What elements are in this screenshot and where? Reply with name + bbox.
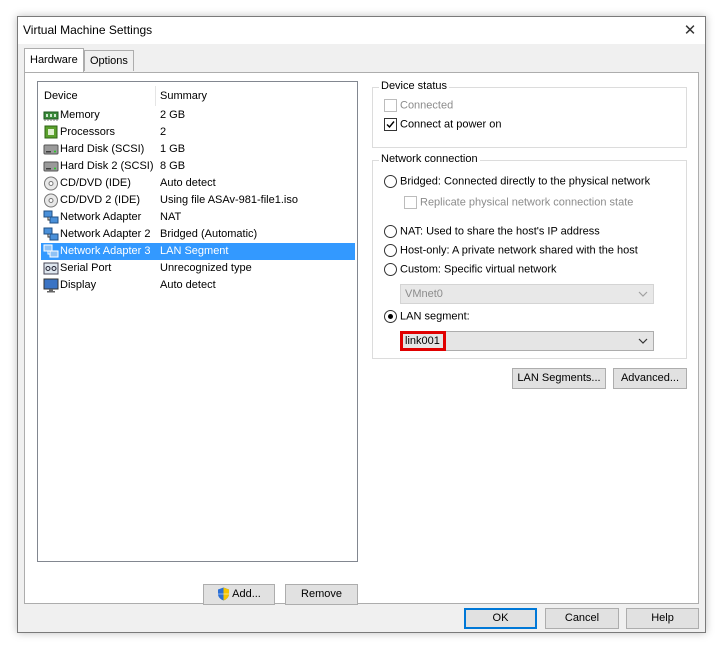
add-button[interactable]: Add... (203, 584, 275, 605)
device-row-hard-disk[interactable]: Hard Disk (SCSI) 1 GB (41, 141, 355, 158)
device-name: Network Adapter (60, 211, 142, 223)
title-bar: Virtual Machine Settings ✕ (18, 17, 705, 44)
device-name: Hard Disk (SCSI) (60, 143, 145, 155)
device-summary: 8 GB (160, 160, 186, 172)
network-adapter-icon (43, 210, 59, 224)
network-adapter-icon (43, 244, 59, 258)
chevron-down-icon (638, 291, 648, 297)
device-row-network-adapter-3[interactable]: Network Adapter 3 LAN Segment (41, 243, 355, 260)
vmnet-value: VMnet0 (405, 288, 443, 300)
nat-label: NAT: Used to share the host's IP address (400, 225, 600, 238)
device-name: Memory (60, 109, 100, 121)
connected-label: Connected (400, 99, 454, 112)
device-row-cd-dvd[interactable]: CD/DVD (IDE) Auto detect (41, 175, 355, 192)
connected-checkbox-box[interactable] (384, 99, 397, 112)
network-connection-title: Network connection (379, 153, 480, 165)
device-summary: LAN Segment (160, 245, 229, 257)
device-row-hard-disk-2[interactable]: Hard Disk 2 (SCSI) 8 GB (41, 158, 355, 175)
column-header-device[interactable]: Device (44, 90, 78, 102)
replicate-label: Replicate physical network connection st… (420, 196, 634, 209)
device-name: Processors (60, 126, 116, 138)
lan-segment-value-highlight (400, 331, 446, 351)
display-icon (43, 278, 59, 293)
custom-radio[interactable]: Custom: Specific virtual network (384, 263, 557, 276)
device-name: Serial Port (60, 262, 112, 274)
device-summary: 1 GB (160, 143, 186, 155)
bridged-radio-button[interactable] (384, 175, 397, 188)
device-summary: Bridged (Automatic) (160, 228, 258, 240)
bridged-label: Bridged: Connected directly to the physi… (400, 175, 651, 188)
replicate-checkbox-box[interactable] (404, 196, 417, 209)
device-name: Network Adapter 3 (60, 245, 151, 257)
window-title: Virtual Machine Settings (23, 23, 153, 37)
column-header-summary[interactable]: Summary (160, 90, 207, 102)
device-row-display[interactable]: Display Auto detect (41, 277, 355, 294)
uac-shield-icon (218, 587, 230, 601)
device-name: Network Adapter 2 (60, 228, 151, 240)
close-button[interactable]: ✕ (675, 17, 705, 44)
lan-segment-label: LAN segment: (400, 310, 470, 323)
bridged-radio[interactable]: Bridged: Connected directly to the physi… (384, 175, 650, 188)
nat-radio[interactable]: NAT: Used to share the host's IP address (384, 225, 600, 238)
device-status-title: Device status (379, 80, 450, 92)
vmnet-dropdown[interactable]: VMnet0 (400, 284, 654, 304)
network-connection-group: Network connection Bridged: Connected di… (372, 153, 687, 359)
memory-icon (43, 111, 59, 121)
replicate-checkbox[interactable]: Replicate physical network connection st… (404, 196, 633, 209)
device-name: Display (60, 279, 97, 291)
device-row-memory[interactable]: Memory 2 GB (41, 107, 355, 124)
lan-segment-radio[interactable]: LAN segment: (384, 310, 470, 323)
help-button[interactable]: Help (626, 608, 699, 629)
device-row-network-adapter[interactable]: Network Adapter NAT (41, 209, 355, 226)
lan-segments-button[interactable]: LAN Segments... (512, 368, 606, 389)
custom-label: Custom: Specific virtual network (400, 263, 557, 276)
device-name: CD/DVD 2 (IDE) (60, 194, 141, 206)
connected-checkbox[interactable]: Connected (384, 99, 453, 112)
lan-segment-radio-button[interactable] (384, 310, 397, 323)
host-only-label: Host-only: A private network shared with… (400, 244, 638, 257)
network-adapter-icon (43, 227, 59, 241)
hard-disk-icon (43, 161, 59, 172)
host-only-radio-button[interactable] (384, 244, 397, 257)
chevron-down-icon (638, 338, 648, 344)
device-name: Hard Disk 2 (SCSI) (60, 160, 154, 172)
column-divider (155, 86, 156, 106)
hard-disk-icon (43, 144, 59, 155)
cancel-button[interactable]: Cancel (545, 608, 619, 629)
cd-dvd-icon (44, 193, 58, 208)
tab-hardware[interactable]: Hardware (24, 48, 84, 72)
cd-dvd-icon (44, 176, 58, 191)
device-list[interactable]: Device Summary Memory 2 GB Processors 2 … (37, 81, 358, 562)
custom-radio-button[interactable] (384, 263, 397, 276)
device-row-processors[interactable]: Processors 2 (41, 124, 355, 141)
device-row-cd-dvd-2[interactable]: CD/DVD 2 (IDE) Using file ASAv-981-file1… (41, 192, 355, 209)
ok-button[interactable]: OK (464, 608, 537, 629)
processor-icon (44, 125, 58, 139)
device-summary: 2 (160, 126, 167, 138)
device-summary: Auto detect (160, 279, 216, 291)
device-row-network-adapter-2[interactable]: Network Adapter 2 Bridged (Automatic) (41, 226, 355, 243)
connect-at-power-on-box[interactable] (384, 118, 397, 131)
host-only-radio[interactable]: Host-only: A private network shared with… (384, 244, 638, 257)
connect-at-power-on-checkbox[interactable]: Connect at power on (384, 118, 502, 131)
vm-settings-window: Virtual Machine Settings ✕ Hardware Opti… (17, 16, 706, 633)
advanced-button[interactable]: Advanced... (613, 368, 687, 389)
device-name: CD/DVD (IDE) (60, 177, 131, 189)
checkmark-icon (386, 121, 395, 129)
device-summary: Using file ASAv-981-file1.iso (160, 194, 298, 206)
device-summary: Unrecognized type (160, 262, 252, 274)
remove-button[interactable]: Remove (285, 584, 358, 605)
add-button-label: Add... (232, 588, 261, 600)
hardware-panel: Device Summary Memory 2 GB Processors 2 … (24, 72, 699, 605)
tab-options[interactable]: Options (84, 50, 134, 71)
serial-port-icon (43, 262, 59, 275)
device-row-serial-port[interactable]: Serial Port Unrecognized type (41, 260, 355, 277)
device-status-group: Device status Connected Connect at power… (372, 80, 687, 148)
device-summary: Auto detect (160, 177, 216, 189)
connect-at-power-on-label: Connect at power on (400, 118, 502, 131)
device-summary: 2 GB (160, 109, 186, 121)
nat-radio-button[interactable] (384, 225, 397, 238)
device-summary: NAT (160, 211, 182, 223)
